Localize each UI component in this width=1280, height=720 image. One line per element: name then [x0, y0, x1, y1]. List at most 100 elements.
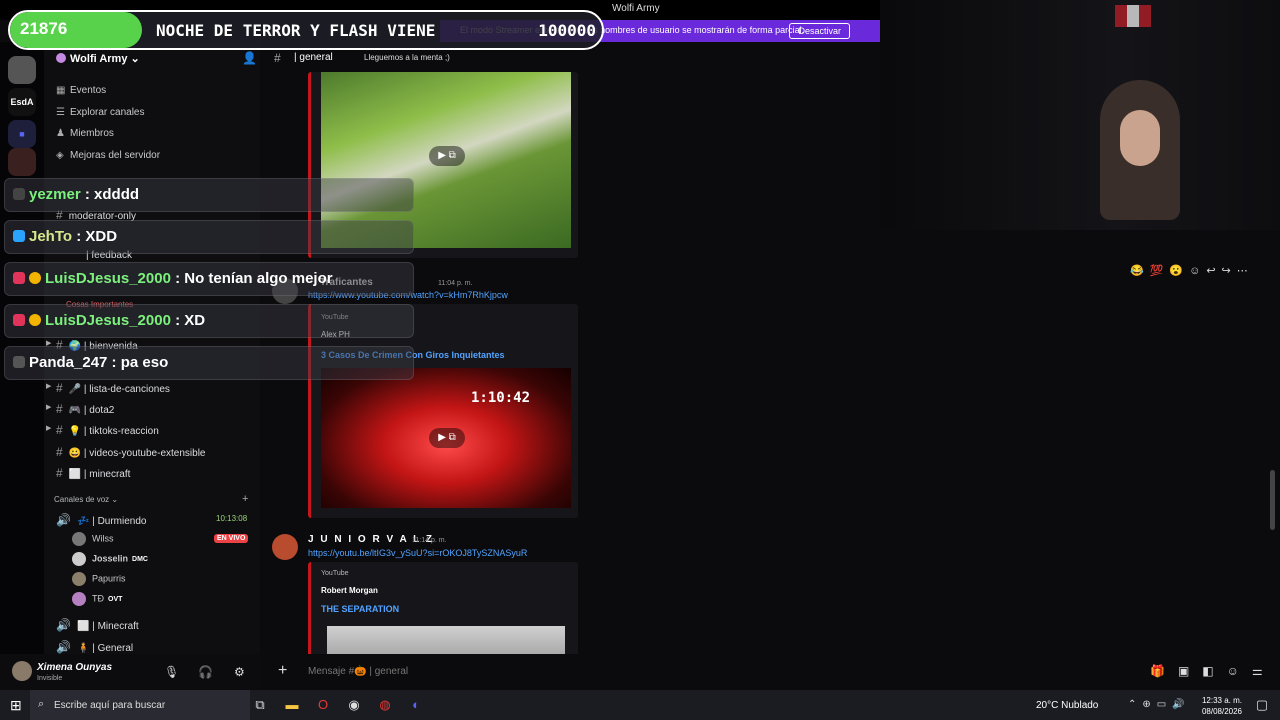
message-time: 11:14 p. m.	[412, 537, 447, 544]
streamer-face	[1120, 110, 1160, 166]
overlay-chat-message: JehTo : XDD	[4, 220, 414, 254]
user-status: Invisible	[37, 675, 63, 682]
avatar	[72, 552, 86, 566]
embed-title[interactable]: THE SEPARATION	[321, 604, 399, 614]
invite-icon[interactable]: 👤	[242, 51, 257, 65]
server-icon-esda[interactable]: EsdA	[8, 88, 36, 116]
attach-plus-icon[interactable]: +	[278, 662, 287, 680]
composer-tools[interactable]: 🎁▣◧☺⚌	[1150, 664, 1276, 678]
chrome-icon[interactable]: ◍	[375, 695, 395, 715]
badge-icon	[13, 356, 25, 368]
server-icon-red[interactable]	[8, 148, 36, 176]
deactivate-button[interactable]: Desactivar	[789, 23, 850, 39]
video-thumbnail-2[interactable]: 1:10:42 ▶ ⧉	[321, 368, 571, 508]
server-icon-blue[interactable]: ■	[8, 120, 36, 148]
badge-icon	[13, 188, 25, 200]
message-input[interactable]: Mensaje #🎃 | general	[308, 666, 408, 677]
message-time: 11:04 p. m.	[438, 280, 473, 287]
channel-topic: Lleguemos a la menta ;)	[364, 53, 450, 62]
video-thumbnail-3[interactable]	[327, 626, 565, 654]
badge-icon	[29, 272, 41, 284]
voice-channel-durmiendo[interactable]: 🔊 💤 | Durmiendo	[56, 513, 146, 527]
weather-widget[interactable]: 20°C Nublado	[1036, 700, 1098, 711]
goal-message: NOCHE DE TERROR Y FLASH VIENE	[156, 21, 436, 40]
overlay-chat-message: LuisDJesus_2000 : No tenían algo mejor	[4, 262, 414, 296]
play-icon[interactable]: ▶ ⧉	[429, 146, 465, 166]
steam-icon[interactable]: ◉	[344, 695, 364, 715]
goal-target-count: 100000	[538, 21, 596, 40]
play-icon[interactable]: ▶ ⧉	[429, 428, 465, 448]
live-badge: EN VIVO	[214, 534, 249, 543]
system-tray[interactable]: ⌃⊕▭🔊	[1128, 699, 1191, 710]
embed-channel[interactable]: Robert Morgan	[321, 586, 378, 595]
boost-icon: ◈	[56, 150, 64, 161]
badge-icon	[13, 272, 25, 284]
taskbar-clock[interactable]: 12:33 a. m. 08/08/2026	[1200, 695, 1242, 717]
list-icon: ☰	[56, 107, 65, 118]
speaker-icon: 🔊	[56, 513, 71, 527]
channel-videos-youtube[interactable]: # 😀 | videos-youtube-extensible	[56, 445, 205, 459]
nav-explorar-canales[interactable]: ☰ Explorar canales	[56, 107, 144, 118]
speaker-icon: 🔊	[56, 618, 71, 632]
headphones-icon[interactable]: 🎧	[198, 665, 213, 679]
microphone-icon[interactable]: 🎙	[164, 665, 179, 679]
voice-user-josselin[interactable]: Josselin DMC	[72, 552, 148, 566]
taskbar: ⊞ ⌕ Escribe aquí para buscar ⧉ ▬ O ◉ ◍ ◐ …	[0, 690, 1280, 720]
task-view-icon[interactable]: ⧉	[250, 695, 270, 715]
youtube-embed-2: YouTube Robert Morgan THE SEPARATION	[308, 562, 578, 654]
channel-tiktoks-reaccion[interactable]: ▶ # 💡 | tiktoks-reaccion	[46, 423, 159, 437]
channel-minecraft[interactable]: # ⬜ | minecraft	[56, 466, 130, 480]
server-name-button[interactable]: Wolfi Army ⌄	[56, 52, 140, 65]
windows-start-icon[interactable]: ⊞	[10, 697, 22, 714]
taskbar-search[interactable]: ⌕ Escribe aquí para buscar	[30, 690, 250, 720]
voice-timer: 10:13:08	[216, 514, 248, 523]
avatar	[72, 532, 86, 546]
voice-channel-minecraft[interactable]: 🔊 ⬜ | Minecraft	[56, 618, 139, 632]
opera-icon[interactable]: O	[313, 695, 333, 715]
category-canales-de-voz[interactable]: Canales de voz ⌄ +	[54, 493, 248, 505]
user-avatar[interactable]	[12, 661, 32, 681]
screen: Wolfi Army El modo Streamer está activo.…	[0, 0, 1280, 720]
channel-lista-de-canciones[interactable]: ▶ # 🎤 | lista-de-canciones	[46, 381, 170, 395]
add-channel-icon[interactable]: +	[242, 493, 248, 505]
message-actions-bar[interactable]: 😂💯😮☺↩↪⋯	[1130, 264, 1260, 284]
file-explorer-icon[interactable]: ▬	[282, 695, 302, 715]
avatar	[72, 572, 86, 586]
overlay-chat-message: LuisDJesus_2000 : XD	[4, 304, 414, 338]
voice-user-papurris[interactable]: Papurris	[72, 572, 126, 586]
channel-hash-icon: #	[274, 51, 281, 65]
settings-gear-icon[interactable]: ⚙	[234, 665, 245, 679]
discord-icon[interactable]: ◐	[406, 695, 426, 715]
speaker-icon: 🔊	[56, 640, 71, 654]
members-icon: ♟	[56, 128, 65, 139]
search-icon: ⌕	[38, 698, 45, 710]
message-avatar[interactable]	[272, 534, 298, 560]
scrollbar[interactable]	[1270, 470, 1275, 530]
voice-user-td[interactable]: TĐ OVT	[72, 592, 122, 606]
voice-channel-general[interactable]: 🔊 🧍 | General	[56, 640, 133, 654]
server-icon-wolf[interactable]	[8, 56, 36, 84]
channel-dota2[interactable]: ▶ # 🎮 | dota2	[46, 402, 114, 416]
message-composer: + Mensaje #🎃 | general 🎁▣◧☺⚌	[260, 654, 1280, 690]
nav-mejoras[interactable]: ◈ Mejoras del servidor	[56, 150, 160, 161]
user-panel: Ximena Ounyas Invisible 🎙 🎧 ⚙	[0, 654, 260, 690]
overlay-chat-message: yezmer : xdddd	[4, 178, 414, 212]
stream-goal-alert: 21876 NOCHE DE TERROR Y FLASH VIENE 1000…	[8, 10, 604, 50]
notifications-icon[interactable]: ▢	[1252, 695, 1272, 715]
badge-icon	[13, 314, 25, 326]
message-link[interactable]: https://youtu.be/ltIG3v_ySuU?si=rOKOJ8Ty…	[308, 548, 527, 558]
nav-eventos[interactable]: ▦ Eventos	[56, 85, 106, 96]
video-timestamp: 1:10:42	[471, 390, 531, 406]
calendar-icon: ▦	[56, 85, 66, 96]
avatar	[72, 592, 86, 606]
embed-provider: YouTube	[321, 570, 349, 577]
user-name: Ximena Ounyas	[37, 662, 113, 673]
flag-decoration	[1115, 5, 1151, 27]
voice-user-wilss[interactable]: Wilss	[72, 532, 114, 546]
badge-icon	[29, 314, 41, 326]
window-title: Wolfi Army	[612, 3, 660, 14]
overlay-chat-message: Panda_247 : pa eso	[4, 346, 414, 380]
webcam-feed	[880, 0, 1280, 230]
nav-miembros[interactable]: ♟ Miembros	[56, 128, 114, 139]
goal-current-count: 21876	[10, 12, 142, 48]
